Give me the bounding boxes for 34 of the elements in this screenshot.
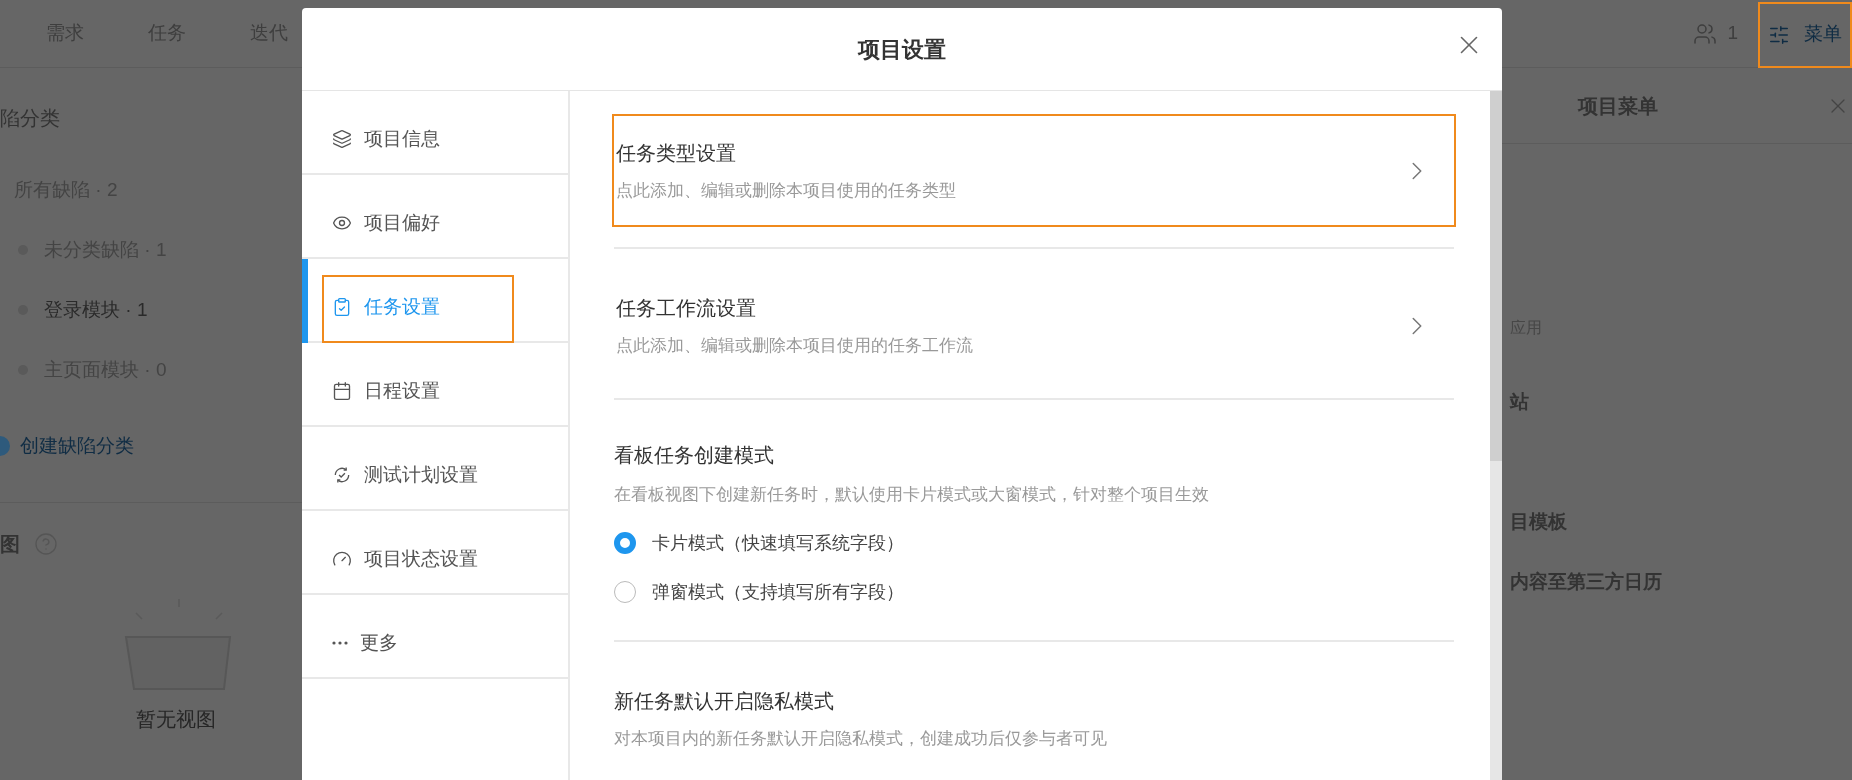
setting-title: 看板任务创建模式 xyxy=(614,443,775,468)
nav-icon xyxy=(332,297,352,318)
settings-nav-item[interactable]: 测试计划设置 xyxy=(322,443,514,511)
setting-description: 对本项目内的新任务默认开启隐私模式，创建成功后仅参与者可见 xyxy=(614,727,1108,750)
radio-label: 卡片模式（快速填写系统字段） xyxy=(652,531,904,555)
members-icon xyxy=(1693,21,1718,46)
setting-description: 点此添加、编辑或删除本项目使用的任务类型 xyxy=(616,179,956,202)
empty-state-text: 暂无视图 xyxy=(136,707,217,732)
setting-title: 新任务默认开启隐私模式 xyxy=(614,688,835,714)
more-icon xyxy=(332,641,348,646)
settings-nav-item[interactable]: 日程设置 xyxy=(322,359,514,427)
setting-description: 在看板视图下创建新任务时，默认使用卡片模式或大窗模式，针对整个项目生效 xyxy=(614,484,1210,506)
settings-nav-item[interactable]: 项目偏好 xyxy=(322,191,514,259)
settings-nav-item[interactable]: 项目信息 xyxy=(322,107,514,175)
radio-button[interactable] xyxy=(614,581,636,603)
menu-button[interactable]: 菜单 xyxy=(1758,1,1852,68)
radio-label: 弹窗模式（支持填写所有字段） xyxy=(652,580,904,604)
settings-nav-item[interactable]: 任务设置 xyxy=(322,275,514,343)
settings-link-row[interactable]: 任务工作流设置 点此添加、编辑或删除本项目使用的任务工作流 xyxy=(612,269,1456,382)
create-category-link[interactable]: 创建缺陷分类 xyxy=(20,432,134,460)
radio-button[interactable] xyxy=(614,532,636,554)
sliders-icon xyxy=(1768,23,1790,46)
setting-title: 任务工作流设置 xyxy=(616,295,757,321)
cycle-check-icon xyxy=(332,465,352,486)
settings-link-row[interactable]: 任务类型设置 点此添加、编辑或删除本项目使用的任务类型 xyxy=(612,114,1456,227)
category-item[interactable]: 登录模块 · 1 xyxy=(44,296,148,324)
settings-nav-item[interactable]: 项目状态设置 xyxy=(322,527,514,595)
setting-description: 点此添加、编辑或删除本项目使用的任务工作流 xyxy=(616,334,973,357)
settings-nav-item[interactable]: 更多 xyxy=(322,611,514,679)
scrollbar-thumb[interactable] xyxy=(1490,91,1502,461)
setting-title: 任务类型设置 xyxy=(616,140,737,166)
nav-icon xyxy=(332,381,352,402)
dialog-title: 项目设置 xyxy=(858,35,946,64)
nav-icon xyxy=(332,129,352,150)
